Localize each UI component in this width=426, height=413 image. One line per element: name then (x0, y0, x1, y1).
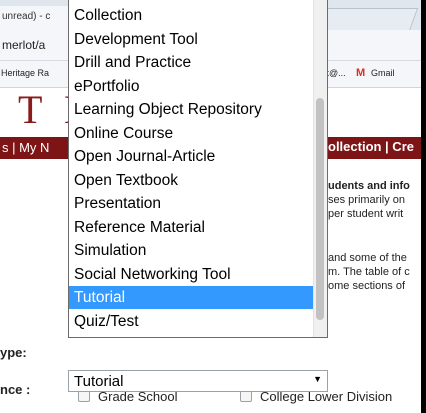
type-label: ype: (0, 345, 27, 360)
dropdown-option[interactable]: Drill and Practice (69, 51, 314, 74)
dropdown-option[interactable]: Online Course (69, 122, 314, 145)
bookmark-gmail[interactable]: Gmail (371, 68, 395, 78)
content-line: and some of the (328, 252, 407, 264)
dropdown-option[interactable]: Learning Object Repository (69, 98, 314, 121)
material-type-select[interactable]: Tutorial ▼ (68, 370, 328, 392)
material-type-dropdown-list: Collection Development Tool Drill and Prac… (68, 0, 328, 338)
dropdown-option[interactable]: Presentation (69, 192, 314, 215)
nav-right-links[interactable]: ollection | Cre (328, 139, 414, 154)
audience-label: nce : (0, 382, 31, 397)
dropdown-option[interactable]: Social Networking Tool (69, 263, 314, 286)
content-heading: udents and info (328, 180, 410, 192)
scrollbar-thumb[interactable] (316, 98, 324, 320)
chevron-down-icon[interactable]: ▼ (313, 374, 322, 384)
gmail-icon: M (356, 67, 366, 79)
dropdown-option[interactable]: Quiz/Test (69, 310, 314, 333)
dropdown-option[interactable]: Collection (69, 4, 314, 27)
select-value: Tutorial (74, 373, 124, 390)
content-line: ome sections of (328, 280, 406, 292)
window-edge (421, 0, 426, 413)
screenshot-frame: unread) - c merlot/a Heritage Ra swift@.… (0, 0, 426, 413)
nav-left-links[interactable]: s | My N (2, 140, 49, 155)
dropdown-option[interactable]: ePortfolio (69, 75, 314, 98)
browser-tab-title: unread) - c (2, 11, 51, 22)
dropdown-option[interactable]: Open Journal-Article (69, 145, 314, 168)
dropdown-option[interactable]: Development Tool (69, 28, 314, 51)
content-line: ses primarily on (328, 194, 406, 206)
dropdown-option[interactable]: Reference Material (69, 216, 314, 239)
content-line: per student writ (328, 208, 404, 220)
address-text: merlot/a (2, 38, 46, 52)
dropdown-scrollbar[interactable] (313, 0, 327, 337)
dropdown-option[interactable]: Open Textbook (69, 169, 314, 192)
dropdown-option[interactable]: Simulation (69, 239, 314, 262)
dropdown-option[interactable]: Tutorial (69, 286, 314, 309)
content-line: m. The table of c (328, 266, 410, 278)
bookmark-heritage[interactable]: Heritage Ra (1, 68, 49, 78)
